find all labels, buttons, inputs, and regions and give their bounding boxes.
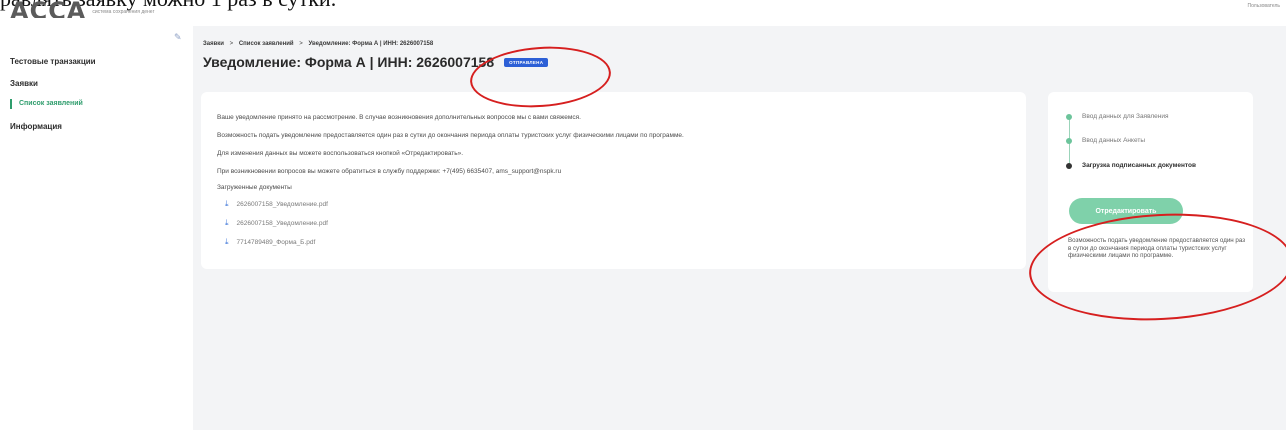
resubmit-note: Возможность подать уведомление предостав… (1068, 237, 1246, 259)
document-link[interactable]: ⤓ 2626007158_Уведомление.pdf (225, 219, 328, 227)
step-dot (1066, 113, 1072, 120)
breadcrumb-item-current: Уведомление: Форма А | ИНН: 2626007158 (308, 41, 434, 47)
notice-line: Возможность подать уведомление предостав… (217, 132, 684, 139)
sidebar-item-information[interactable]: Информация (10, 122, 62, 131)
breadcrumb-item-applications[interactable]: Заявки (203, 41, 224, 47)
logo-mark: АССА (10, 0, 87, 18)
document-name: 2626007158_Уведомление.pdf (236, 200, 328, 208)
download-icon: ⤓ (225, 218, 229, 227)
page-title-row: Уведомление: Форма А | ИНН: 2626007158 О… (203, 54, 549, 70)
step-label: Ввод данных для Заявления (1082, 113, 1169, 120)
logo[interactable]: АССА система сохранения денег (10, 0, 154, 18)
step-dot (1066, 137, 1072, 144)
status-badge: ОТПРАВЛЕНА (504, 57, 549, 67)
step-application-data[interactable]: Ввод данных для Заявления (1066, 113, 1169, 120)
download-icon: ⤓ (225, 199, 229, 208)
sidebar-item-application-list[interactable]: Список заявлений (10, 99, 83, 109)
step-dot (1066, 162, 1072, 169)
user-menu[interactable]: Пользователь (1248, 3, 1280, 10)
edit-button[interactable]: Отредактировать (1069, 198, 1183, 224)
step-label: Ввод данных Анкеты (1082, 137, 1145, 144)
notice-card: Ваше уведомление принято на рассмотрение… (201, 92, 1026, 269)
breadcrumb-separator: > (229, 41, 234, 47)
step-questionnaire-data[interactable]: Ввод данных Анкеты (1066, 137, 1145, 144)
step-label: Загрузка подписанных документов (1082, 162, 1196, 169)
document-name: 7714789489_Форма_Б.pdf (236, 238, 316, 246)
document-link[interactable]: ⤓ 7714789489_Форма_Б.pdf (225, 238, 315, 246)
download-icon: ⤓ (225, 237, 229, 246)
notice-line: Для изменения данных вы можете воспользо… (217, 150, 464, 157)
content-area: Заявки > Список заявлений > Уведомление:… (193, 26, 1286, 430)
logo-subtitle: система сохранения денег (92, 9, 155, 15)
notice-line: При возникновении вопросов вы можете обр… (217, 168, 562, 175)
sidebar-item-applications[interactable]: Заявки (10, 79, 38, 88)
sidebar-item-test-transactions[interactable]: Тестовые транзакции (10, 57, 96, 66)
breadcrumb-item-list[interactable]: Список заявлений (239, 41, 294, 47)
pin-icon[interactable]: ✎ (174, 32, 184, 42)
steps-card: Ввод данных для Заявления Ввод данных Ан… (1048, 92, 1253, 292)
document-link[interactable]: ⤓ 2626007158_Уведомление.pdf (225, 200, 328, 208)
breadcrumb: Заявки > Список заявлений > Уведомление:… (203, 41, 433, 47)
notice-line: Ваше уведомление принято на рассмотрение… (217, 114, 581, 121)
sidebar: ✎ Тестовые транзакции Заявки Список заяв… (0, 28, 190, 430)
page-title: Уведомление: Форма А | ИНН: 2626007158 (203, 54, 495, 70)
breadcrumb-separator: > (299, 41, 303, 47)
step-upload-documents[interactable]: Загрузка подписанных документов (1066, 162, 1196, 169)
uploaded-documents-heading: Загруженные документы (217, 184, 292, 191)
user-name: Пользователь (1247, 3, 1280, 9)
document-name: 2626007158_Уведомление.pdf (236, 219, 328, 227)
